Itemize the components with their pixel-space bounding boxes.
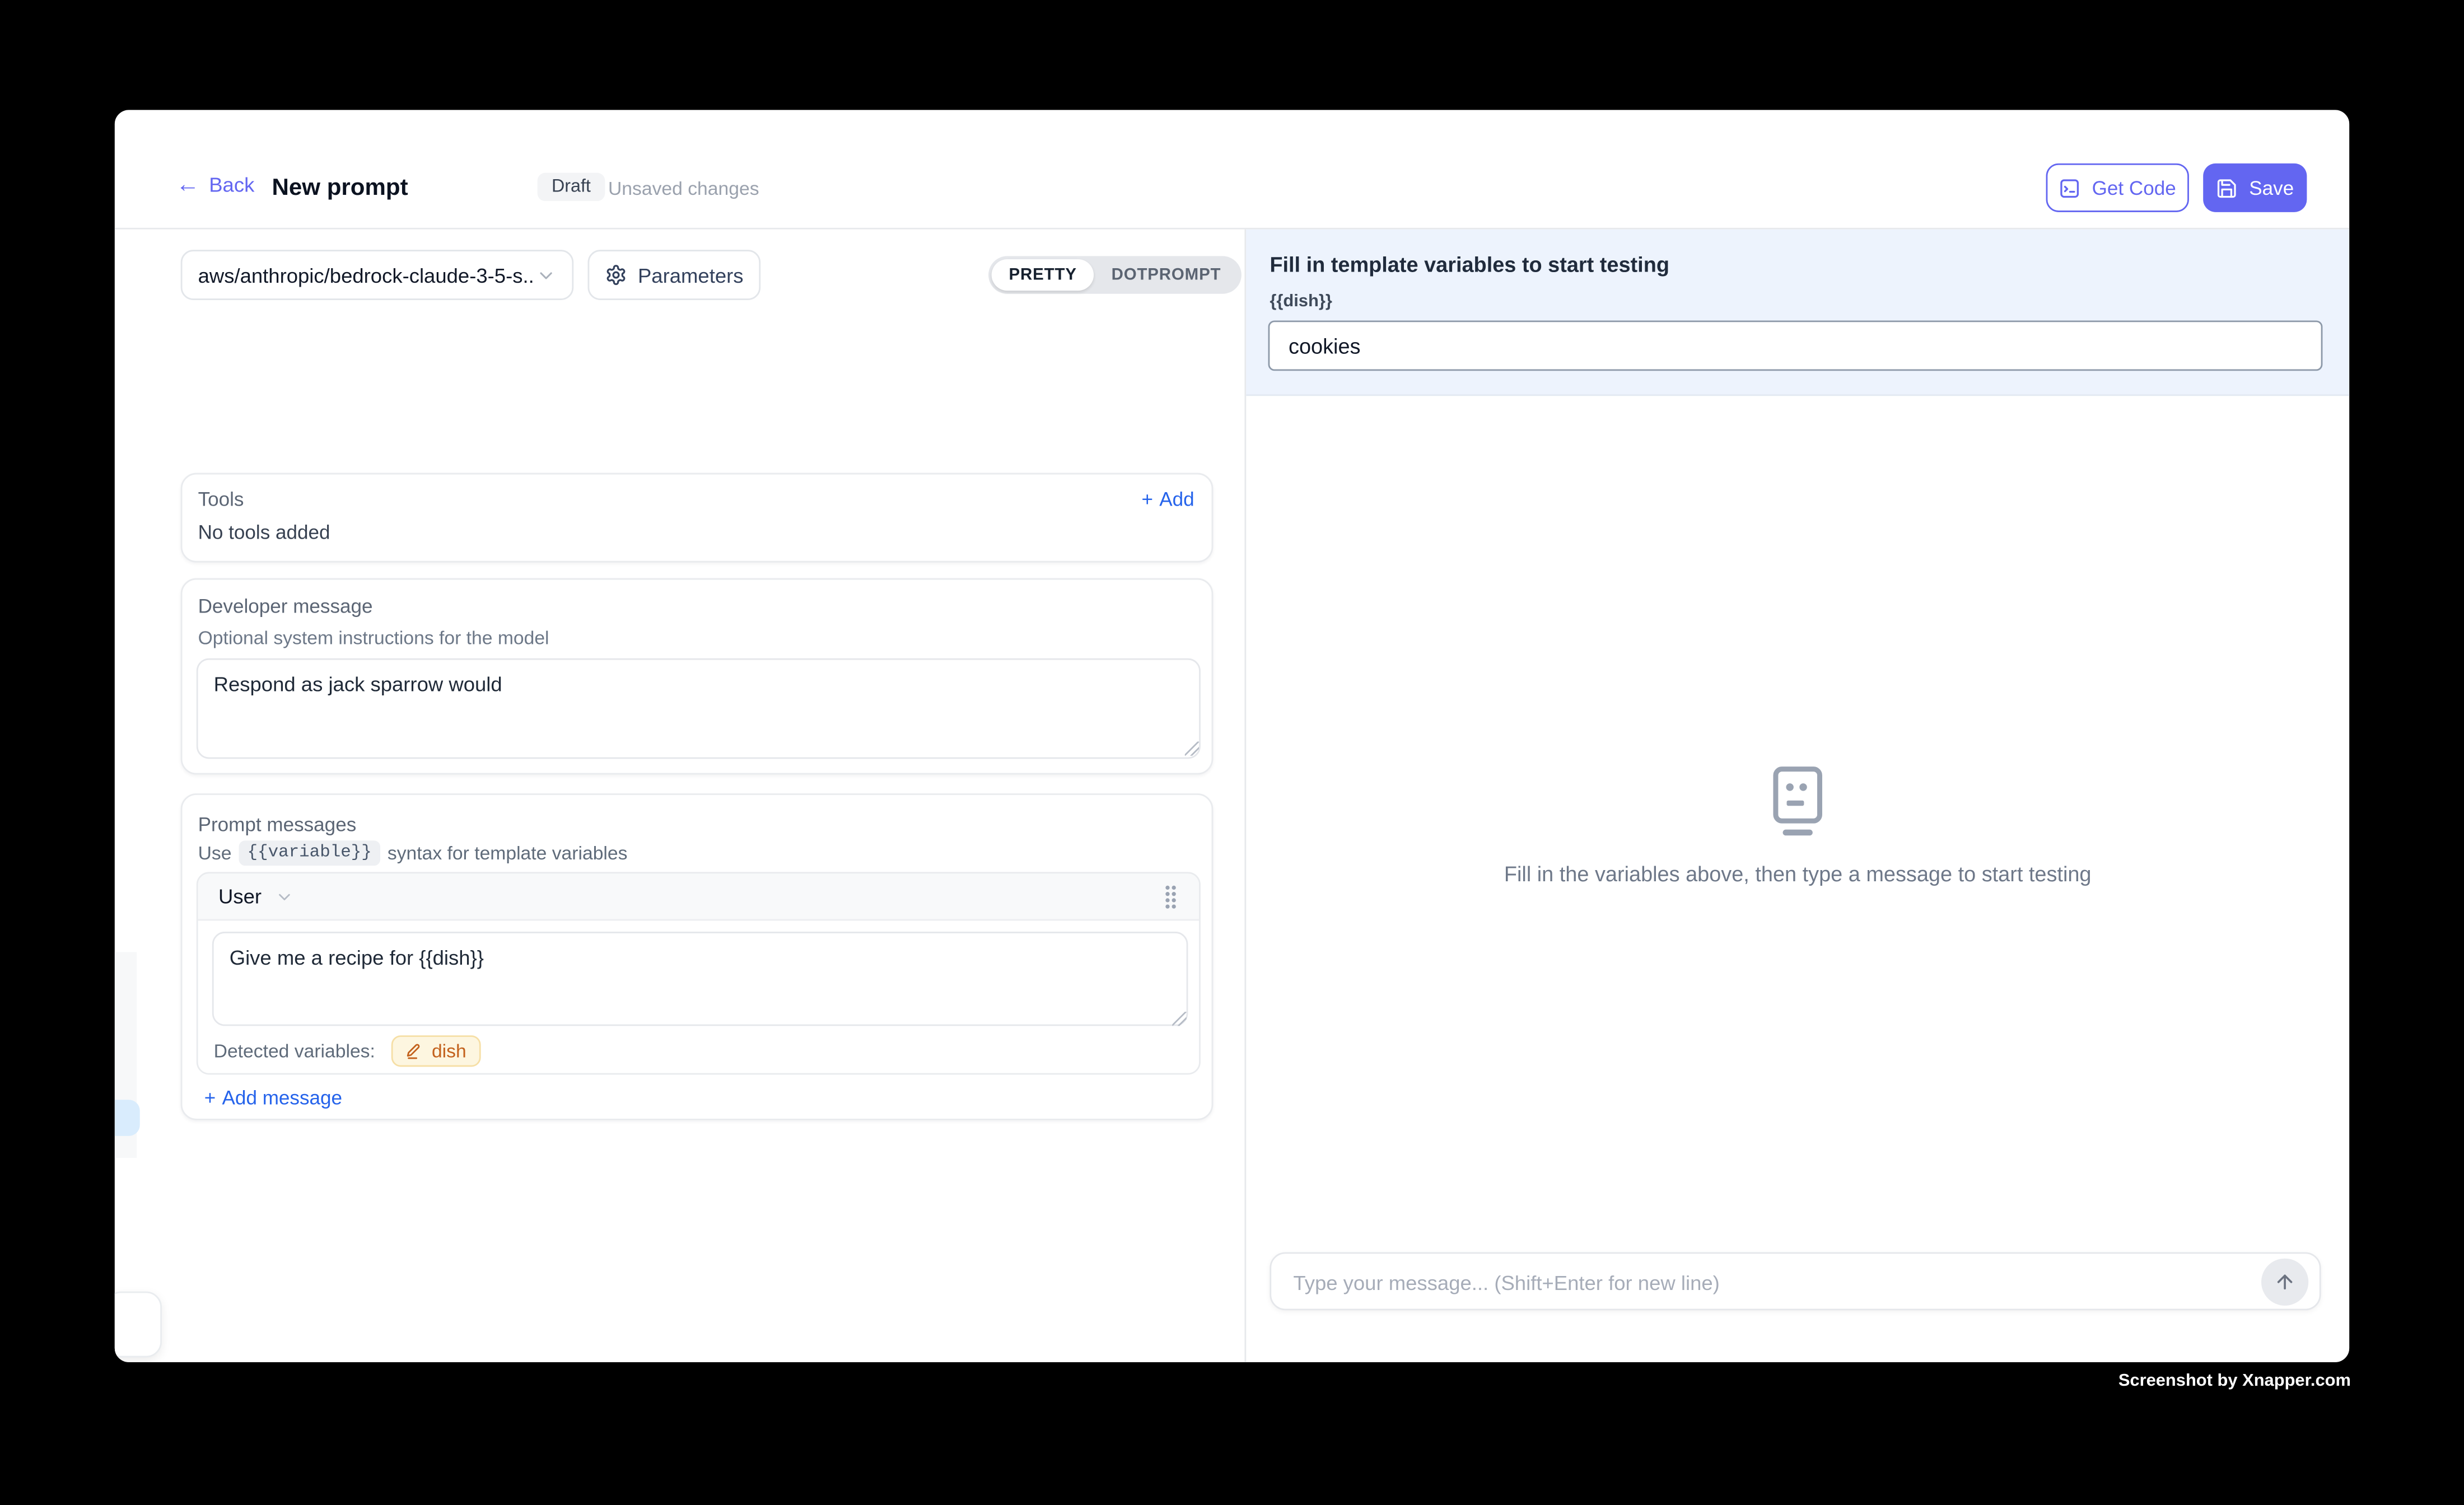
sidebar-active-item-fragment <box>115 1100 140 1136</box>
toggle-dotprompt[interactable]: DOTPROMPT <box>1094 259 1239 291</box>
add-tool-label: Add <box>1159 489 1194 511</box>
save-label: Save <box>2249 177 2294 199</box>
save-button[interactable]: Save <box>2203 163 2307 212</box>
prompt-tester-pane: Fill in template variables to start test… <box>1244 230 2349 1362</box>
empty-state-caption: Fill in the variables above, then type a… <box>1504 863 2092 886</box>
send-button[interactable] <box>2261 1259 2308 1306</box>
add-message-label: Add message <box>222 1087 342 1109</box>
template-variables-panel: Fill in template variables to start test… <box>1246 230 2349 396</box>
model-selector[interactable]: aws/anthropic/bedrock-claude-3-5-s... <box>181 250 574 300</box>
role-selector[interactable]: User <box>218 885 295 908</box>
tools-card: Tools + Add No tools added <box>181 473 1214 563</box>
back-label: Back <box>209 173 254 197</box>
plus-icon: + <box>204 1087 216 1109</box>
tester-title: Fill in template variables to start test… <box>1270 253 1669 277</box>
developer-message-title: Developer message <box>198 596 373 618</box>
status-badge: Draft <box>538 173 605 202</box>
screenshot-canvas: ← Back New prompt Draft Unsaved changes … <box>0 0 2464 1505</box>
message-content-textarea[interactable]: Give me a recipe for {{dish}} <box>212 932 1188 1026</box>
variable-badge-label: dish <box>432 1040 466 1062</box>
app-window: ← Back New prompt Draft Unsaved changes … <box>115 110 2349 1362</box>
chevron-down-icon <box>276 887 295 906</box>
robot-face-icon <box>1768 765 1828 838</box>
variable-value-input[interactable] <box>1268 320 2323 371</box>
back-button[interactable]: ← Back <box>176 173 254 197</box>
prompt-messages-card: Prompt messages Use {{variable}} syntax … <box>181 793 1214 1120</box>
prompt-editor-pane: aws/anthropic/bedrock-claude-3-5-s... Pa… <box>115 230 1245 1362</box>
prompt-messages-hint: Use {{variable}} syntax for template var… <box>198 840 628 866</box>
hint-suffix: syntax for template variables <box>388 842 628 864</box>
format-toggle: PRETTY DOTPROMPT <box>988 256 1242 293</box>
chevron-down-icon <box>536 265 556 285</box>
variable-syntax-chip: {{variable}} <box>239 840 379 866</box>
tools-title: Tools <box>198 489 244 511</box>
drag-handle-icon[interactable] <box>1163 884 1179 909</box>
chat-message-input[interactable] <box>1290 1254 2083 1312</box>
model-selector-value: aws/anthropic/bedrock-claude-3-5-s... <box>198 263 536 287</box>
variable-name-label: {{dish}} <box>1270 292 1332 311</box>
parameters-label: Parameters <box>638 263 744 287</box>
parameters-button[interactable]: Parameters <box>587 250 760 300</box>
hint-prefix: Use <box>198 842 232 864</box>
unsaved-changes-text: Unsaved changes <box>608 177 759 199</box>
get-code-button[interactable]: Get Code <box>2046 163 2189 212</box>
save-floppy-icon <box>2216 177 2238 199</box>
toggle-pretty[interactable]: PRETTY <box>992 259 1094 291</box>
detected-variables-row: Detected variables: dish <box>214 1035 480 1067</box>
message-block: User Give me a recipe for {{dish}} <box>197 872 1201 1074</box>
chat-composer <box>1270 1252 2321 1310</box>
page-title: New prompt <box>272 174 408 201</box>
terminal-icon <box>2059 177 2081 199</box>
add-tool-button[interactable]: + Add <box>1141 489 1194 511</box>
plus-icon: + <box>1141 489 1153 511</box>
chat-empty-state: Fill in the variables above, then type a… <box>1246 765 2349 886</box>
prompt-messages-title: Prompt messages <box>198 814 357 836</box>
message-header-row: User <box>198 873 1199 920</box>
watermark-text: Screenshot by Xnapper.com <box>2118 1372 2351 1391</box>
pencil-icon <box>405 1041 424 1060</box>
tools-empty-text: No tools added <box>198 522 330 544</box>
detected-variables-label: Detected variables: <box>214 1040 375 1062</box>
variable-badge-dish[interactable]: dish <box>391 1035 480 1067</box>
developer-message-card: Developer message Optional system instru… <box>181 578 1214 775</box>
developer-message-textarea[interactable]: Respond as jack sparrow would <box>197 658 1201 759</box>
header: ← Back New prompt Draft Unsaved changes … <box>115 110 2349 229</box>
add-message-button[interactable]: + Add message <box>204 1087 342 1109</box>
gear-icon <box>605 264 627 286</box>
get-code-label: Get Code <box>2092 177 2176 199</box>
developer-message-subtitle: Optional system instructions for the mod… <box>198 627 549 649</box>
up-arrow-icon <box>2274 1271 2295 1293</box>
back-arrow-icon: ← <box>176 174 199 194</box>
popover-fragment <box>115 1292 162 1358</box>
role-label: User <box>218 885 262 908</box>
